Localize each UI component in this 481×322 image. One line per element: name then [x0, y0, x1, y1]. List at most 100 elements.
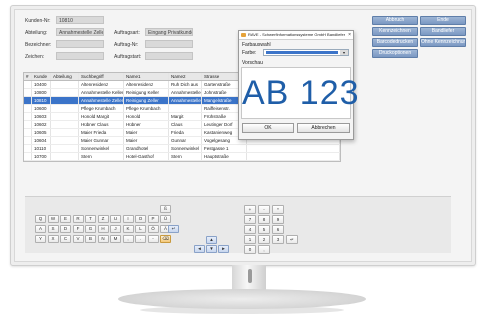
table-cell: Annahmestelle [171, 89, 202, 96]
numpad-key[interactable]: 3 [272, 235, 284, 244]
arrow-down-key[interactable]: ▼ [206, 245, 217, 253]
ende-button[interactable]: Ende [420, 16, 466, 25]
key[interactable]: Ü [160, 215, 171, 223]
auftragstart-field[interactable] [145, 52, 193, 60]
numpad-key[interactable]: 8 [258, 215, 270, 224]
abbruch-button[interactable]: Abbruch [372, 16, 418, 25]
selected-color-swatch [266, 51, 338, 54]
kennzeichnen-button[interactable]: Kennzeichnen [372, 27, 418, 36]
key[interactable]: . [135, 235, 146, 243]
arrow-up-key[interactable]: ▲ [206, 236, 217, 244]
arrow-left-key[interactable]: ◄ [194, 245, 205, 253]
key[interactable]: X [47, 235, 59, 243]
key[interactable]: J [110, 225, 121, 233]
barcodedrucken-button[interactable]: Barcodedrucken [372, 38, 418, 47]
key[interactable]: I [122, 215, 134, 223]
kunden-nr-label: Kunden-Nr: [25, 18, 51, 24]
key[interactable]: G [85, 225, 96, 233]
enter-key[interactable]: ↵ [168, 225, 179, 233]
table-cell [51, 97, 79, 104]
key[interactable]: C [60, 235, 71, 243]
key[interactable]: T [85, 215, 96, 223]
key[interactable]: O [135, 215, 146, 223]
numpad-key[interactable]: 1 [244, 235, 256, 244]
close-icon[interactable]: × [348, 31, 351, 39]
table-cell: 10700 [32, 153, 51, 160]
ok-button[interactable]: OK [242, 123, 294, 133]
table-row[interactable]: 10700 Stern Hotel-Gasthof Stern Hauptstraße [24, 153, 340, 161]
table-cell-filler [247, 145, 340, 152]
key[interactable]: K [122, 225, 134, 233]
table-cell: Pflege Krumbach [79, 105, 124, 112]
numpad-key[interactable]: 6 [272, 225, 284, 234]
table-row[interactable]: 10110 Sonnenwinkel Grandhotel Sonnenwinkel F… [24, 145, 340, 153]
numpad-key[interactable]: 5 [258, 225, 270, 234]
table-cell: Sonnenwinkel [169, 145, 202, 152]
monitor-stand-base [118, 289, 366, 309]
auftragsart-field[interactable]: Eingang Privatkunde [145, 28, 193, 36]
auftragsart-label: Auftragsart: [114, 30, 140, 36]
numpad-key[interactable]: 4 [244, 225, 256, 234]
zeichen-field[interactable] [56, 52, 104, 60]
numpad-key[interactable]: 7 [244, 215, 256, 224]
bandliefer-button[interactable]: Bandliefer [420, 27, 466, 36]
key-sz[interactable]: ß [160, 205, 171, 213]
key[interactable]: U [110, 215, 121, 223]
key[interactable]: S [47, 225, 59, 233]
key[interactable]: R [72, 215, 84, 223]
table-cell: Annahmestelle [171, 97, 202, 104]
table-cell [24, 97, 32, 104]
ohne-kennzeichnung-button[interactable]: Ohne Kennzeichnung [420, 38, 466, 47]
key[interactable]: M [110, 235, 121, 243]
kunden-nr-field[interactable]: 10810 [56, 16, 104, 24]
key[interactable]: B [85, 235, 96, 243]
color-selection-dialog: RAVE - Schwerfinformationssysteme GmbH B… [238, 30, 359, 140]
key[interactable]: D [60, 225, 71, 233]
arrow-right-key[interactable]: ► [218, 245, 229, 253]
numpad-operator-key[interactable]: + [244, 205, 256, 214]
table-cell: 10810 [32, 97, 51, 104]
key[interactable]: Ö [147, 225, 159, 233]
key[interactable]: E [60, 215, 71, 223]
druckoptionen-button[interactable]: Druckoptionen [372, 49, 418, 58]
numpad-key[interactable]: 0 [244, 245, 256, 254]
column-header[interactable]: Abteilung [51, 73, 79, 80]
column-header[interactable]: Kunde [32, 73, 51, 80]
bezeichner-field[interactable] [56, 40, 104, 48]
key[interactable]: , [122, 235, 134, 243]
auftrag-nr-label: Auftrag-Nr: [114, 42, 139, 48]
key[interactable]: - [147, 235, 159, 243]
abbrechen-button[interactable]: Abbrechen [297, 123, 350, 133]
table-cell [51, 121, 79, 128]
column-header[interactable]: Name2 [169, 73, 202, 80]
key[interactable]: P [147, 215, 159, 223]
table-cell [24, 137, 32, 144]
table-cell: 10800 [32, 89, 51, 96]
numpad-key[interactable]: 2 [258, 235, 270, 244]
backspace-key[interactable]: ⌫ [160, 235, 171, 243]
chevron-down-icon[interactable]: ▾ [340, 50, 348, 55]
key[interactable]: W [47, 215, 59, 223]
column-header[interactable]: # [24, 73, 32, 80]
key[interactable]: N [97, 235, 109, 243]
numpad-enter-key[interactable]: ↵ [286, 235, 298, 244]
numpad-key[interactable]: , [258, 245, 270, 254]
column-header[interactable]: Suchbegriff [79, 73, 124, 80]
column-header[interactable]: Name1 [124, 73, 169, 80]
numpad-operator-key[interactable]: - [258, 205, 270, 214]
key[interactable]: Z [97, 215, 109, 223]
key[interactable]: F [72, 225, 84, 233]
key[interactable]: V [72, 235, 84, 243]
key[interactable]: A [35, 225, 46, 233]
key[interactable]: Q [35, 215, 46, 223]
key[interactable]: H [97, 225, 109, 233]
numpad-operator-key[interactable]: * [272, 205, 284, 214]
numpad-key[interactable]: 9 [272, 215, 284, 224]
auftrag-nr-field[interactable] [145, 40, 193, 48]
abteilung-field[interactable]: Annahmestelle Zeller [56, 28, 104, 36]
key[interactable]: L [135, 225, 146, 233]
table-cell [51, 105, 79, 112]
app-icon [241, 33, 246, 37]
color-select[interactable]: ▾ [263, 49, 349, 56]
key[interactable]: Y [35, 235, 46, 243]
